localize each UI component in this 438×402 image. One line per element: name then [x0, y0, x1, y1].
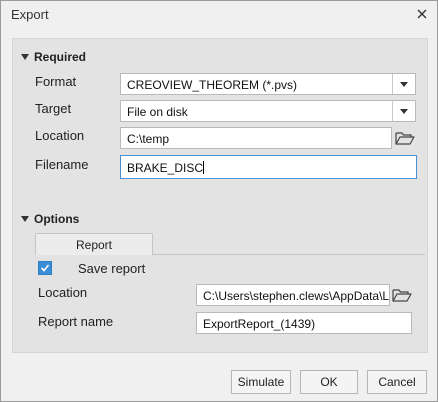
collapse-triangle-icon [21, 54, 29, 60]
tab-report[interactable]: Report [35, 233, 153, 255]
report-name-input[interactable]: ExportReport_(1439) [196, 312, 412, 334]
location-input[interactable]: C:\temp [120, 127, 392, 149]
report-location-label: Location [38, 285, 88, 300]
filename-input[interactable]: BRAKE_DISC [120, 155, 417, 179]
checkmark-icon [40, 264, 50, 272]
text-cursor [203, 161, 205, 174]
target-label: Target [35, 101, 72, 116]
title-bar: Export [1, 1, 437, 29]
close-icon [417, 9, 427, 19]
required-section-toggle[interactable]: Required [21, 50, 86, 64]
report-location-input[interactable]: C:\Users\stephen.clews\AppData\L [196, 284, 390, 306]
folder-open-icon[interactable] [392, 287, 412, 303]
close-button[interactable] [411, 3, 433, 25]
cancel-button[interactable]: Cancel [367, 370, 427, 394]
tab-report-label: Report [75, 237, 113, 252]
filename-value-wrap: BRAKE_DISC [127, 161, 205, 175]
ok-button[interactable]: OK [300, 370, 358, 394]
format-label: Format [35, 74, 77, 89]
report-name-label: Report name [38, 314, 114, 329]
save-report-label: Save report [78, 261, 146, 276]
filename-label: Filename [35, 157, 89, 172]
dialog-title: Export [11, 7, 49, 22]
filename-value: BRAKE_DISC [127, 161, 204, 175]
report-name-value: ExportReport_(1439) [203, 317, 316, 331]
tab-divider [153, 254, 425, 255]
format-dropdown-button[interactable] [392, 74, 415, 94]
target-dropdown[interactable]: File on disk [120, 100, 416, 122]
chevron-down-icon [400, 81, 408, 87]
collapse-triangle-icon [21, 216, 29, 222]
format-value: CREOVIEW_THEOREM (*.pvs) [127, 78, 298, 92]
export-dialog: Export Required Format CREOVIEW_THEOREM … [0, 0, 438, 402]
location-value: C:\temp [127, 132, 170, 146]
options-section-header: Options [34, 212, 80, 226]
options-section-toggle[interactable]: Options [21, 212, 79, 226]
location-label: Location [35, 128, 85, 143]
target-value: File on disk [127, 105, 188, 119]
report-location-value: C:\Users\stephen.clews\AppData\L [203, 289, 390, 303]
save-report-checkbox[interactable] [38, 261, 52, 275]
target-dropdown-button[interactable] [392, 101, 415, 121]
folder-open-icon[interactable] [395, 130, 415, 146]
format-dropdown[interactable]: CREOVIEW_THEOREM (*.pvs) [120, 73, 416, 95]
chevron-down-icon [400, 108, 408, 114]
simulate-button[interactable]: Simulate [231, 370, 291, 394]
required-section-header: Required [34, 50, 87, 64]
